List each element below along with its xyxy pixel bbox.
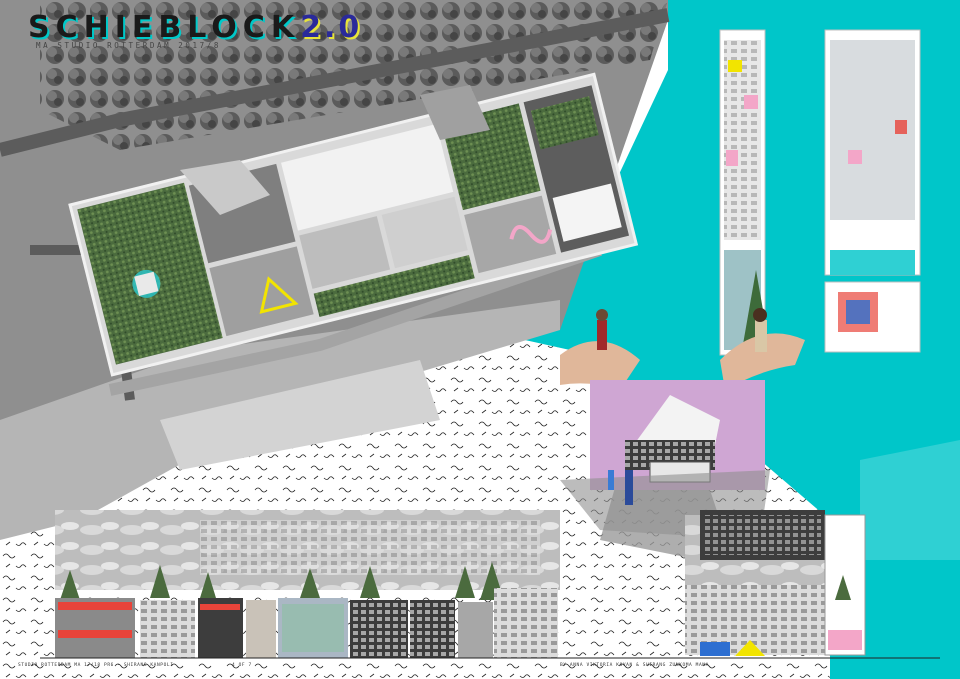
footer-page-number: 4 OF 7 (232, 663, 252, 668)
poster: SCHIEBLOCK2.0 MA STUDIO ROTTERDAM 2017/8… (0, 0, 960, 679)
footer-right-note: BY ANNA VIKTORIA KOVAN & SHIRANG ZUNKOMA… (560, 663, 709, 668)
title-main: SCHIEBLOCK (28, 10, 301, 45)
background-shapes (0, 0, 960, 679)
footer-left-note: STUDIO ROTTERDAM MA 17/18 PR6 - SHIRANG … (18, 663, 174, 668)
poster-subtitle: MA STUDIO ROTTERDAM 2017/8 (36, 41, 221, 50)
poster-title: SCHIEBLOCK2.0 (28, 10, 362, 45)
title-version: 2.0 (300, 10, 363, 45)
